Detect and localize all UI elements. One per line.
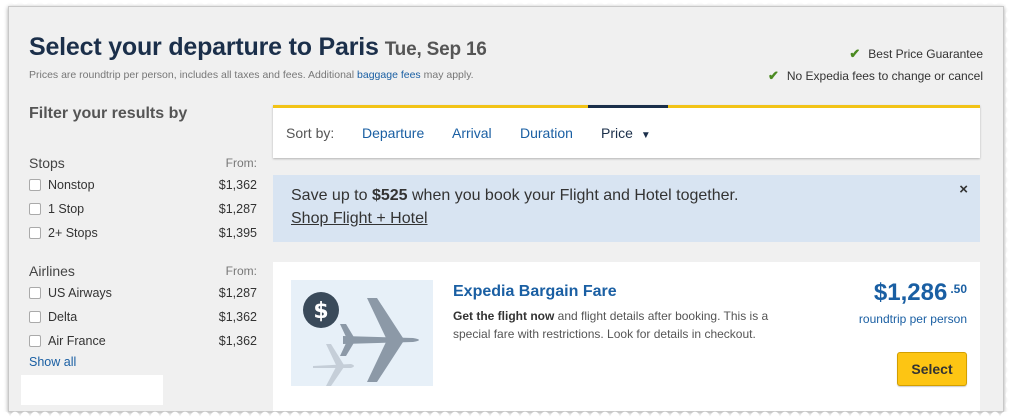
plane-dollar-icon: $ [303,292,419,386]
delta-checkbox[interactable] [29,311,41,323]
select-button[interactable]: Select [897,352,967,386]
price-note-text: Prices are roundtrip per person, include… [29,69,358,81]
nonstop-checkbox[interactable] [29,179,41,191]
filter-option-price: $1,287 [218,202,257,216]
price-cents: .50 [950,282,967,296]
fare-description: Get the flight now and flight details af… [453,307,773,343]
promo-text-end: when you book your Flight and Hotel toge… [407,187,739,204]
filter-option-price: $1,287 [218,286,257,300]
check-icon: ✔ [849,46,861,61]
torn-edge-left [0,0,10,416]
filter-option-air-france[interactable]: Air France $1,362 [29,329,257,353]
torn-edge-top [0,0,1010,10]
fare-description-bold: Get the flight now [453,309,555,323]
bundle-promo-banner: Save up to $525 when you book your Fligh… [273,175,980,242]
airlines-from-label: From: [225,264,257,278]
page-container: Select your departure to Paris Tue, Sep 1… [8,6,1004,412]
filter-option-price: $1,395 [218,226,257,240]
sort-price-label: Price [601,125,633,141]
sort-bar: Sort by: Departure Arrival Duration Pric… [273,105,980,158]
price-note-end: may apply. [420,69,474,81]
filter-option-label: 2+ Stops [48,226,98,240]
2plus-stops-checkbox[interactable] [29,227,41,239]
check-icon: ✔ [767,68,779,83]
departure-date: Tue, Sep 16 [384,39,487,60]
airlines-filter-group: Airlines From: US Airways $1,287 Delta $… [29,261,257,353]
filter-option-label: Delta [48,310,78,324]
filter-option-label: Air France [48,334,106,348]
page-title: Select your departure to Paris Tue, Sep 1… [29,33,487,62]
sidebar-panel-bottom [21,375,163,405]
svg-text:$: $ [313,299,328,324]
price-note: Prices are roundtrip per person, include… [29,69,474,81]
shop-flight-hotel-link[interactable]: Shop Flight + Hotel [291,210,428,228]
airlines-label: Airlines [29,263,75,279]
price-qualifier: roundtrip per person [858,312,967,326]
filter-sidebar: Filter your results by Stops From: Nonst… [29,105,257,369]
filter-option-price: $1,362 [218,310,257,324]
filter-option-us-airways[interactable]: US Airways $1,287 [29,281,257,305]
close-icon[interactable]: × [959,181,968,198]
flight-result-card: $ Expedia Bargain Fare Get the flight no… [273,262,980,411]
guarantees: ✔ Best Price Guarantee ✔ No Expedia fees t… [768,43,983,87]
filter-option-delta[interactable]: Delta $1,362 [29,305,257,329]
filter-option-price: $1,362 [218,178,257,192]
filter-option-1-stop[interactable]: 1 Stop $1,287 [29,197,257,221]
show-all-airlines-link[interactable]: Show all [29,355,76,369]
filter-option-label: Nonstop [48,178,95,192]
sort-departure[interactable]: Departure [362,125,424,141]
filter-option-price: $1,362 [218,334,257,348]
filter-option-label: 1 Stop [48,202,85,216]
bargain-fare-illustration: $ [291,280,433,386]
promo-text-start: Save up to [291,187,372,204]
promo-amount: $525 [371,187,408,204]
1-stop-checkbox[interactable] [29,203,41,215]
price-dollars: $1,286 [873,279,948,306]
promo-text: Save up to $525 when you book your Fligh… [291,187,738,205]
filter-option-label: US Airways [48,286,112,300]
stops-header: Stops From: [29,153,257,173]
sort-label: Sort by: [286,125,335,141]
filter-option-nonstop[interactable]: Nonstop $1,362 [29,173,257,197]
filter-title: Filter your results by [29,105,188,122]
torn-edge-bottom [0,406,1010,416]
torn-edge-right [1000,0,1010,416]
guarantee-label: Best Price Guarantee [868,47,983,61]
baggage-fees-link[interactable]: baggage fees [357,69,421,81]
fare-title: Expedia Bargain Fare [453,283,617,300]
us-airways-checkbox[interactable] [29,287,41,299]
guarantee-no-fees: ✔ No Expedia fees to change or cancel [768,65,983,87]
page-title-text: Select your departure to Paris [29,33,379,61]
stops-label: Stops [29,155,65,171]
chevron-down-icon: ▼ [640,130,651,141]
guarantee-label: No Expedia fees to change or cancel [786,69,983,83]
guarantee-best-price: ✔ Best Price Guarantee [768,43,983,65]
fare-price: $1,286.50 [874,279,967,307]
sort-duration[interactable]: Duration [520,125,573,141]
active-sort-indicator [588,105,668,108]
filter-option-2plus-stops[interactable]: 2+ Stops $1,395 [29,221,257,245]
stops-from-label: From: [225,156,257,170]
sort-price[interactable]: Price ▼ [601,125,651,141]
stops-filter-group: Stops From: Nonstop $1,362 1 Stop $1,287… [29,153,257,245]
airlines-header: Airlines From: [29,261,257,281]
sort-arrival[interactable]: Arrival [452,125,492,141]
air-france-checkbox[interactable] [29,335,41,347]
